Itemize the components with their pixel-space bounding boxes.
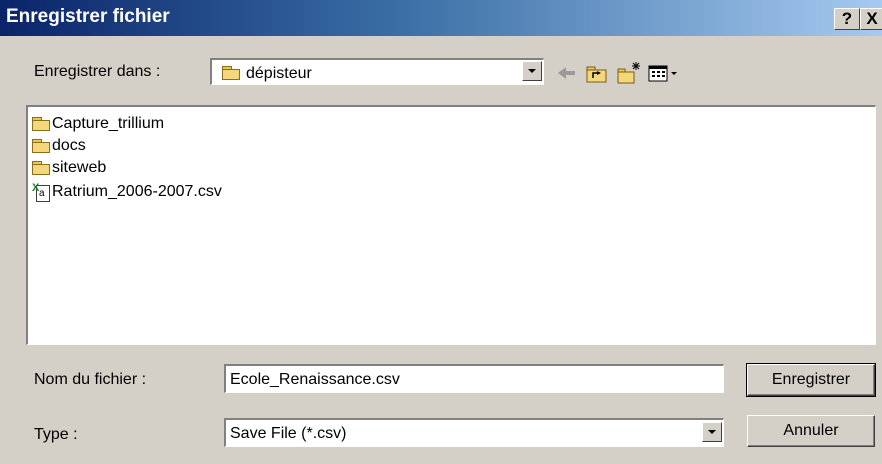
filename-input[interactable]: Ecole_Renaissance.csv	[224, 364, 724, 393]
cancel-button[interactable]: Annuler	[747, 415, 875, 447]
folder-icon	[32, 117, 50, 132]
file-name: Capture_trillium	[52, 115, 165, 132]
filename-label: Nom du fichier :	[34, 371, 147, 388]
back-arrow-icon[interactable]	[554, 60, 580, 86]
close-button[interactable]: X	[860, 8, 882, 30]
csv-file-icon: Xa	[32, 182, 50, 202]
new-folder-icon[interactable]	[616, 60, 642, 86]
save-button[interactable]: Enregistrer	[746, 363, 876, 397]
up-folder-icon[interactable]	[584, 60, 610, 86]
file-name: Ratrium_2006-2007.csv	[52, 183, 222, 200]
list-item-folder[interactable]: Capture_trillium	[32, 113, 164, 135]
filetype-label: Type :	[34, 426, 78, 443]
filename-value: Ecole_Renaissance.csv	[230, 371, 400, 388]
file-name: siteweb	[52, 159, 107, 176]
folder-icon	[222, 66, 240, 80]
list-item-file[interactable]: Xa Ratrium_2006-2007.csv	[32, 181, 222, 203]
chevron-down-icon[interactable]	[702, 422, 722, 442]
filetype-dropdown[interactable]: Save File (*.csv)	[224, 418, 724, 447]
chevron-down-icon[interactable]	[522, 61, 542, 81]
filetype-value: Save File (*.csv)	[230, 425, 347, 442]
folder-icon	[32, 161, 50, 176]
folder-icon	[32, 139, 50, 154]
window-title: Enregistrer fichier	[6, 6, 170, 27]
title-bar[interactable]: Enregistrer fichier ? X	[0, 0, 882, 36]
save-in-dropdown[interactable]: dépisteur	[210, 58, 544, 85]
file-name: docs	[52, 137, 86, 154]
save-in-label: Enregistrer dans :	[34, 63, 161, 80]
view-menu-icon[interactable]	[646, 60, 686, 86]
save-in-value: dépisteur	[246, 65, 312, 82]
help-button[interactable]: ?	[834, 8, 860, 30]
list-item-folder[interactable]: siteweb	[32, 157, 106, 179]
list-item-folder[interactable]: docs	[32, 135, 86, 157]
file-list[interactable]: Capture_trillium docs siteweb Xa Ratrium_…	[26, 105, 876, 345]
